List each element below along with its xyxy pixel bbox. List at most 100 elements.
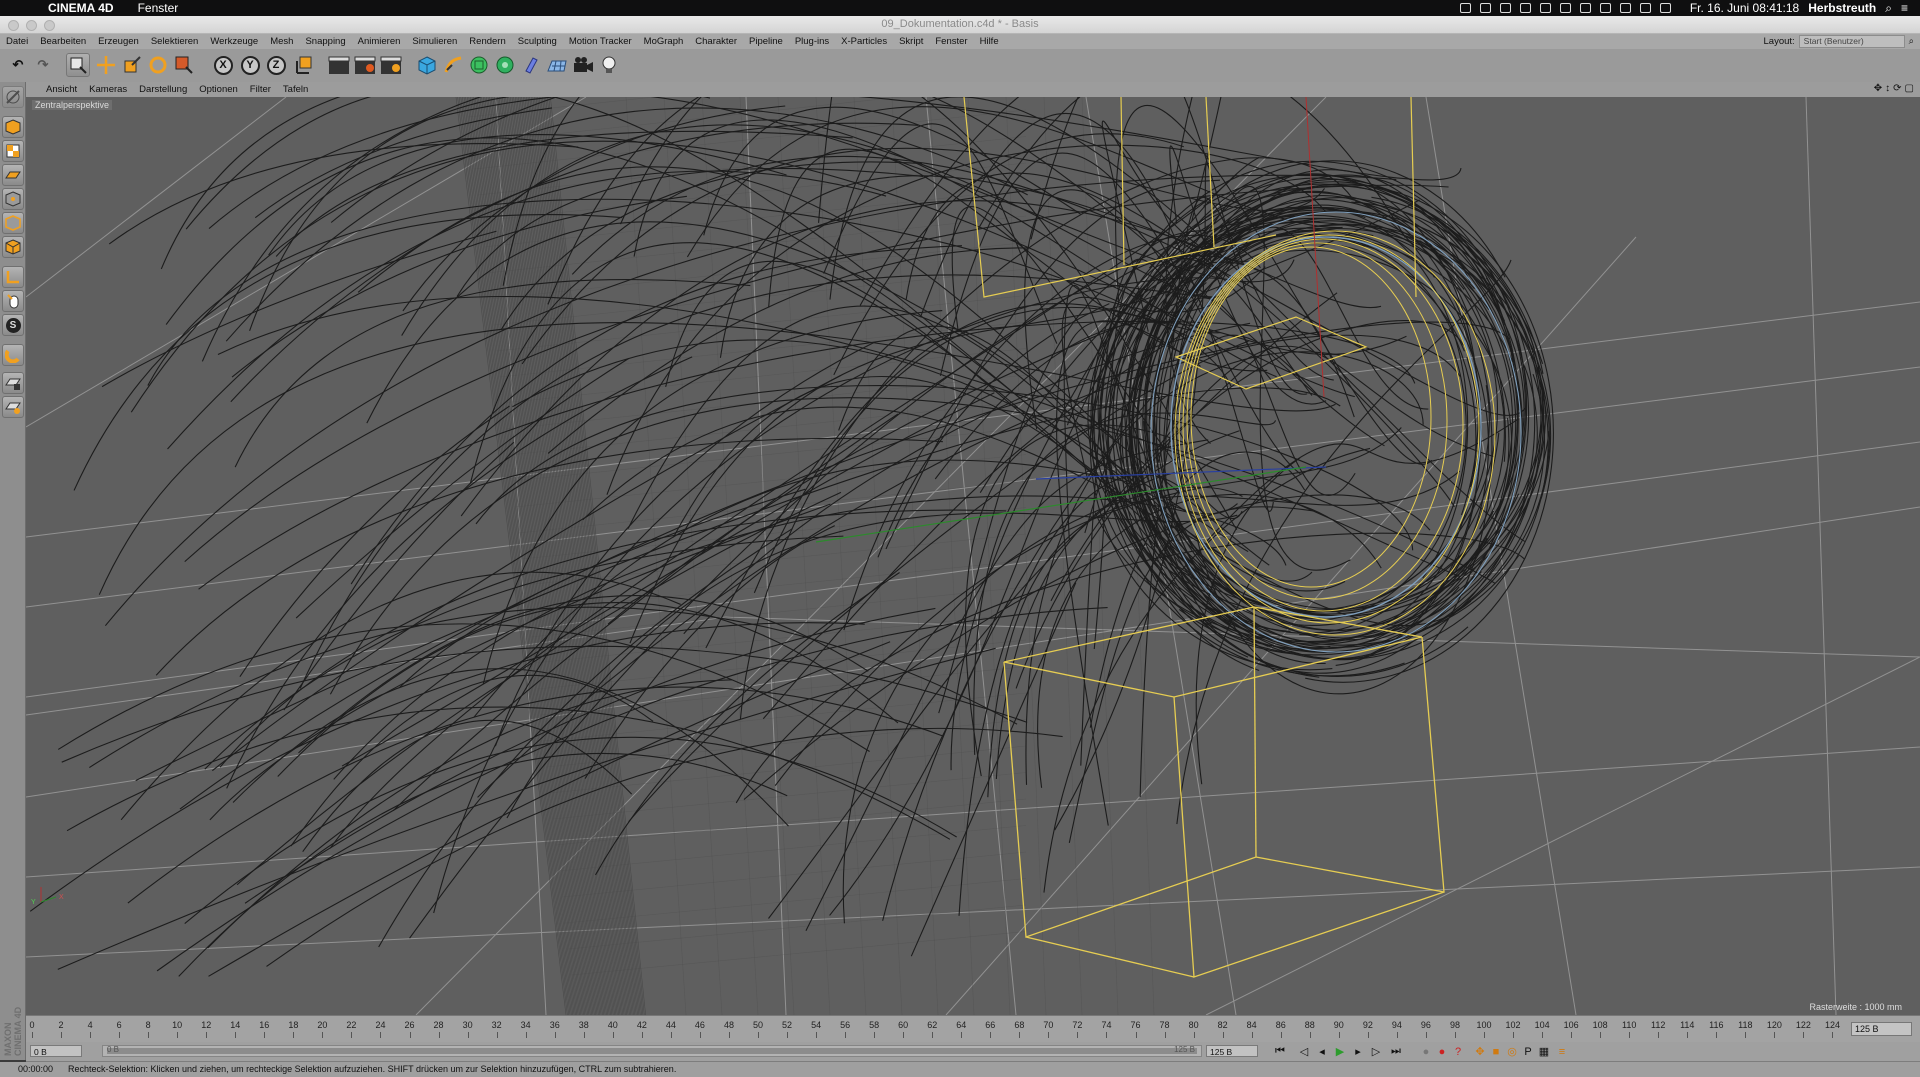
- x-axis-lock-button[interactable]: X: [211, 53, 235, 77]
- start-frame-field[interactable]: 0 B: [30, 1045, 82, 1057]
- menu-bearbeiten[interactable]: Bearbeiten: [34, 36, 92, 47]
- viewport-3d[interactable]: Y X Zentralperspektive Rasterweite : 100…: [26, 97, 1920, 1015]
- volume-icon[interactable]: [1659, 3, 1671, 13]
- zoom-window-button[interactable]: [44, 20, 55, 31]
- layout-dropdown[interactable]: Start (Benutzer): [1798, 35, 1905, 48]
- viewport-menu-kameras[interactable]: Kameras: [83, 84, 133, 95]
- sync-icon[interactable]: [1479, 3, 1491, 13]
- render-view-button[interactable]: [327, 53, 351, 77]
- viewport-menu-tafeln[interactable]: Tafeln: [277, 84, 314, 95]
- menu-fenster[interactable]: Fenster: [929, 36, 973, 47]
- timeline-ruler[interactable]: 0 2 4 6 8 10 12 14 16 18 20 22 24 26 28 30 32 34 36 38 40 42 4…: [29, 1020, 1847, 1040]
- snapping-button[interactable]: S: [2, 314, 24, 336]
- autokey-button[interactable]: ?: [1450, 1044, 1466, 1059]
- viewport-menu-optionen[interactable]: Optionen: [193, 84, 244, 95]
- record-off-icon[interactable]: ●: [1418, 1044, 1434, 1059]
- floor-button[interactable]: [545, 53, 569, 77]
- last-tool-button[interactable]: [172, 53, 196, 77]
- notification-icon[interactable]: ≡: [1901, 1, 1908, 15]
- next-key-button[interactable]: ▷: [1368, 1044, 1384, 1059]
- pen-spline-button[interactable]: [441, 53, 465, 77]
- menu-werkzeuge[interactable]: Werkzeuge: [204, 36, 264, 47]
- spotlight-icon[interactable]: ⌕: [1885, 1, 1892, 16]
- cube-primitive-button[interactable]: [415, 53, 439, 77]
- tweak-mode-button[interactable]: [2, 290, 24, 312]
- edges-mode-button[interactable]: [2, 212, 24, 234]
- mograph-cloner-button[interactable]: [493, 53, 517, 77]
- minimize-window-button[interactable]: [26, 20, 37, 31]
- airplay-icon[interactable]: [1579, 3, 1591, 13]
- end-frame-field[interactable]: 125 B: [1206, 1045, 1258, 1057]
- next-frame-button[interactable]: ▸: [1350, 1044, 1366, 1059]
- redo-button[interactable]: ↷: [31, 53, 55, 77]
- app-menu[interactable]: CINEMA 4D: [48, 1, 114, 15]
- key-rotation-button[interactable]: ◎: [1504, 1044, 1520, 1059]
- timeline[interactable]: 0 2 4 6 8 10 12 14 16 18 20 22 24 26 28 30 32 34 36 38 40 42 4…: [26, 1015, 1920, 1042]
- close-window-button[interactable]: [8, 20, 19, 31]
- axis-mode-button[interactable]: [2, 266, 24, 288]
- current-frame-field[interactable]: 125 B: [1851, 1022, 1912, 1036]
- dropbox-icon[interactable]: [1459, 3, 1471, 13]
- menu-charakter[interactable]: Charakter: [689, 36, 743, 47]
- user-menu[interactable]: Herbstreuth: [1808, 1, 1876, 15]
- menu-hilfe[interactable]: Hilfe: [974, 36, 1005, 47]
- key-parameter-button[interactable]: P: [1520, 1044, 1536, 1059]
- y-axis-lock-button[interactable]: Y: [238, 53, 262, 77]
- timemachine-icon[interactable]: [1599, 3, 1611, 13]
- go-to-end-button[interactable]: ⏭: [1388, 1044, 1404, 1059]
- menu-mesh[interactable]: Mesh: [264, 36, 299, 47]
- planar-workplane-button[interactable]: [2, 396, 24, 418]
- dolly-icon[interactable]: ↕: [1885, 83, 1890, 94]
- menu-animieren[interactable]: Animieren: [352, 36, 407, 47]
- polygons-mode-button[interactable]: [2, 236, 24, 258]
- menu-simulieren[interactable]: Simulieren: [406, 36, 463, 47]
- key-position-button[interactable]: ✥: [1472, 1044, 1488, 1059]
- menu-x-particles[interactable]: X-Particles: [835, 36, 893, 47]
- wifi-icon[interactable]: [1639, 3, 1651, 13]
- maximize-view-icon[interactable]: ▢: [1905, 83, 1914, 94]
- render-picture-viewer-button[interactable]: [353, 53, 377, 77]
- record-active-button[interactable]: ●: [1434, 1044, 1450, 1059]
- undo-button[interactable]: ↶: [6, 53, 30, 77]
- menu-plugins[interactable]: Plug-ins: [789, 36, 835, 47]
- menu-mograph[interactable]: MoGraph: [638, 36, 690, 47]
- rotate-tool-button[interactable]: [146, 53, 170, 77]
- menu-motion-tracker[interactable]: Motion Tracker: [563, 36, 638, 47]
- cloud-icon[interactable]: [1499, 3, 1511, 13]
- preview-range-slider[interactable]: 0 B 125 B: [102, 1045, 1202, 1057]
- play-button[interactable]: ▶: [1332, 1044, 1348, 1059]
- rectangle-selection-button[interactable]: [66, 53, 90, 77]
- clipboard-icon[interactable]: [1559, 3, 1571, 13]
- bluetooth-icon[interactable]: [1619, 3, 1631, 13]
- key-pla-button[interactable]: ▦: [1536, 1044, 1552, 1059]
- search-icon[interactable]: ⌕: [1909, 36, 1914, 47]
- viewport-menu-ansicht[interactable]: Ansicht: [40, 84, 83, 95]
- points-mode-button[interactable]: [2, 188, 24, 210]
- pan-icon[interactable]: ✥: [1874, 83, 1882, 94]
- generator-button[interactable]: [467, 53, 491, 77]
- orbit-icon[interactable]: ⟳: [1893, 83, 1901, 94]
- render-settings-button[interactable]: [379, 53, 403, 77]
- magnet-button[interactable]: [2, 344, 24, 366]
- model-mode-button[interactable]: [2, 116, 24, 138]
- viewport-menu-filter[interactable]: Filter: [244, 84, 277, 95]
- lock-workplane-button[interactable]: [2, 372, 24, 394]
- menu-rendern[interactable]: Rendern: [463, 36, 511, 47]
- z-axis-lock-button[interactable]: Z: [264, 53, 288, 77]
- go-to-start-button[interactable]: ⏮: [1272, 1044, 1288, 1059]
- texture-mode-button[interactable]: [2, 140, 24, 162]
- previous-key-button[interactable]: ◁: [1296, 1044, 1312, 1059]
- deformer-button[interactable]: [519, 53, 543, 77]
- menu-pipeline[interactable]: Pipeline: [743, 36, 789, 47]
- menu-snapping[interactable]: Snapping: [299, 36, 351, 47]
- window-menu[interactable]: Fenster: [138, 1, 179, 15]
- coordinate-system-button[interactable]: [292, 53, 316, 77]
- workplane-mode-button[interactable]: [2, 164, 24, 186]
- clock[interactable]: Fr. 16. Juni 08:41:18: [1690, 1, 1799, 15]
- menu-datei[interactable]: Datei: [0, 36, 34, 47]
- viewport-menu-darstellung[interactable]: Darstellung: [133, 84, 193, 95]
- light-button[interactable]: [597, 53, 621, 77]
- make-editable-button[interactable]: [2, 86, 24, 108]
- move-tool-button[interactable]: [94, 53, 118, 77]
- menu-selektieren[interactable]: Selektieren: [145, 36, 205, 47]
